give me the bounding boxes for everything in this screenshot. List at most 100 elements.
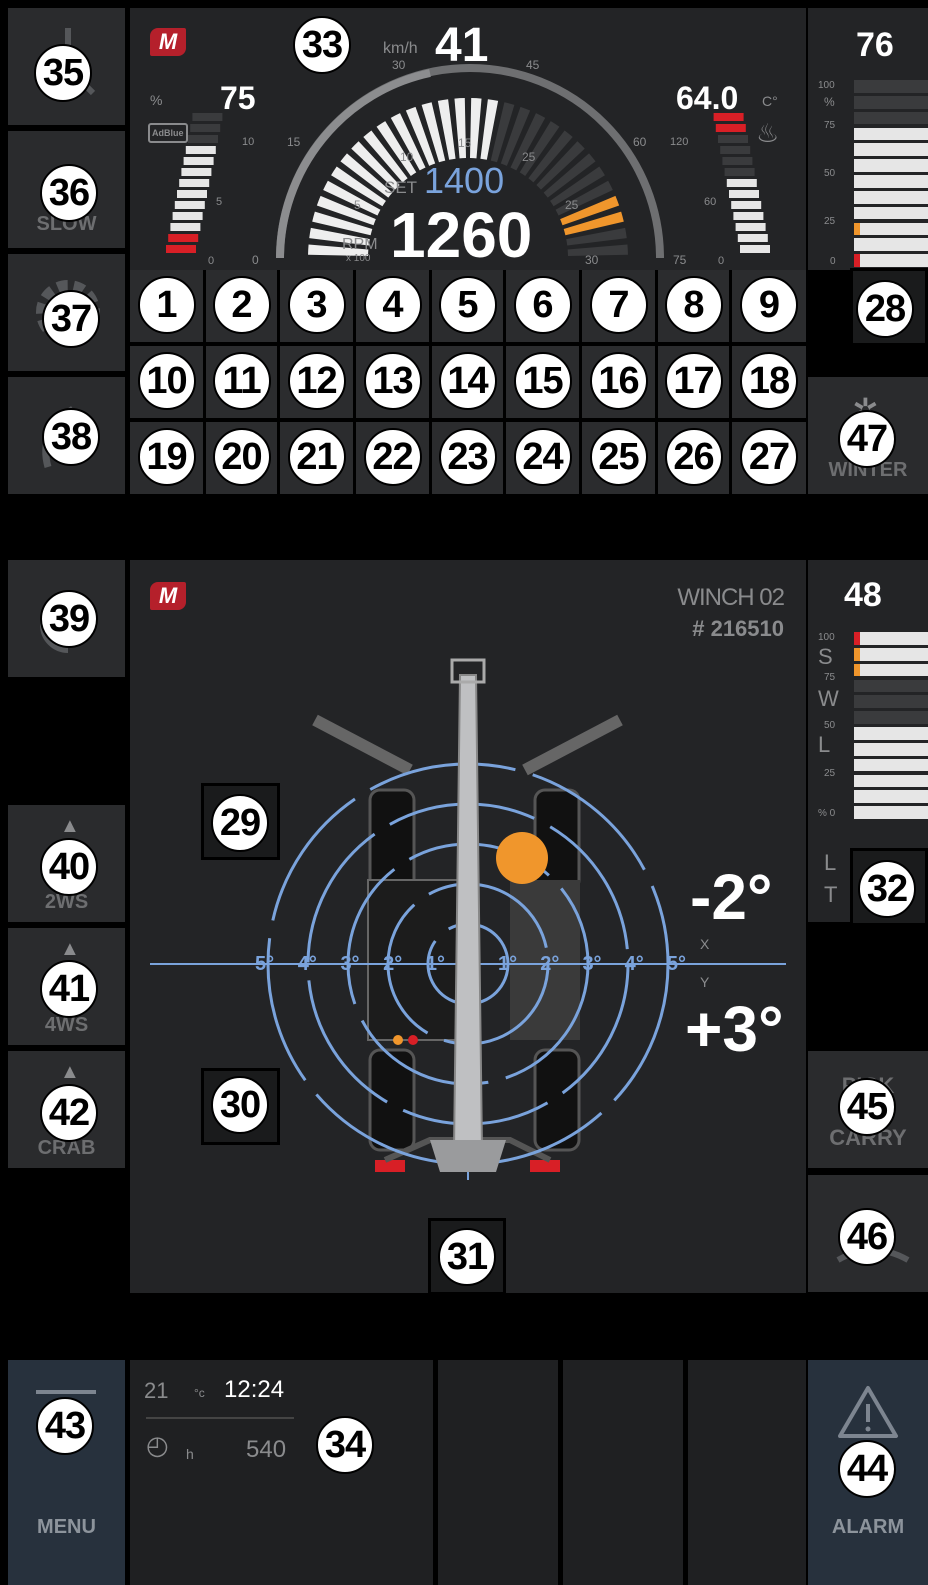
fuel-tick: 25 (824, 216, 836, 227)
badge-25: 25 (589, 428, 648, 486)
function-cell[interactable]: 27 (732, 422, 806, 494)
badge-19: 19 (137, 428, 196, 486)
rpm-value: 1260 (390, 199, 533, 271)
function-cell[interactable]: 1 (130, 270, 203, 342)
badge-10: 10 (137, 352, 196, 410)
bar-segment (854, 711, 928, 724)
load-value: 48 (844, 576, 882, 614)
function-cell[interactable]: 18 (732, 346, 806, 418)
coolant-tick: 60 (704, 196, 717, 208)
badge-16: 16 (589, 352, 648, 410)
bar-segment (854, 238, 928, 252)
scale-label: 3° (582, 953, 602, 975)
badge-40: 40 (40, 838, 98, 896)
menu-button[interactable]: MENU (8, 1360, 125, 1585)
y-angle: +3° (685, 993, 784, 1065)
badge-38: 38 (42, 408, 100, 466)
level-scale-left: 5° 4° 3° 2° 1° (255, 953, 445, 976)
fuel-tick: 100 (818, 80, 835, 91)
adblue-value: 75 (220, 80, 256, 116)
bar-segment (854, 758, 928, 772)
function-cell[interactable]: 14 (432, 346, 503, 418)
function-cell[interactable]: 10 (130, 346, 203, 418)
bar-segment (854, 695, 928, 709)
badge-9: 9 (740, 276, 798, 334)
bar-segment (854, 95, 928, 109)
badge-3: 3 (287, 276, 346, 334)
function-cell[interactable]: 12 (280, 346, 353, 418)
bar-segment (854, 222, 928, 236)
badge-35: 35 (34, 44, 92, 102)
hours-unit: h (186, 1446, 194, 1462)
arrow-up-icon: ▲ (60, 1061, 80, 1083)
arrow-up-icon: ▲ (60, 938, 80, 960)
outside-temp: 21 (144, 1378, 169, 1403)
x-angle: -2° (690, 861, 773, 933)
function-cell[interactable]: 11 (206, 346, 277, 418)
bar-segment (854, 143, 928, 157)
function-cell[interactable]: 6 (506, 270, 579, 342)
empty-slot-2[interactable] (563, 1360, 683, 1585)
function-cell[interactable]: 22 (356, 422, 429, 494)
side-gauge-segment (729, 190, 759, 198)
function-cell[interactable]: 4 (356, 270, 429, 342)
empty-slot-1[interactable] (438, 1360, 558, 1585)
function-cell[interactable]: 26 (658, 422, 729, 494)
dashboard-panel: M km/h 41 30 45 15 60 % 75 AdBlue 10 5 0… (130, 8, 806, 271)
function-cell[interactable]: 16 (582, 346, 655, 418)
function-cell[interactable]: 23 (432, 422, 503, 494)
badge-34: 34 (316, 1416, 374, 1474)
fuel-bars (854, 80, 928, 270)
badge-41: 41 (40, 960, 98, 1018)
badge-14: 14 (438, 352, 497, 410)
badge-36: 36 (40, 164, 98, 222)
speed-value: 41 (435, 19, 489, 72)
side-gauge-segment (177, 190, 207, 198)
side-gauge-segment (185, 146, 216, 154)
side-gauge-segment (715, 124, 746, 132)
side-gauge-segment (733, 212, 764, 220)
badge-20: 20 (212, 428, 271, 486)
bar-segment (854, 206, 928, 220)
function-cell[interactable]: 13 (356, 346, 429, 418)
badge-1: 1 (137, 276, 196, 334)
function-cell[interactable]: 21 (280, 422, 353, 494)
badge-39: 39 (40, 590, 98, 648)
function-cell[interactable]: 3 (280, 270, 353, 342)
fuel-value: 76 (856, 26, 894, 64)
function-cell[interactable]: 2 (206, 270, 277, 342)
function-cell[interactable]: 17 (658, 346, 729, 418)
badge-6: 6 (513, 276, 572, 334)
side-gauge-segment (735, 223, 766, 231)
function-cell[interactable]: 19 (130, 422, 203, 494)
function-cell[interactable]: 15 (506, 346, 579, 418)
side-gauge-segment (724, 168, 755, 176)
rpm-tick: 5 (354, 198, 361, 212)
coolant-tick: 0 (718, 255, 725, 267)
bar-segment (854, 727, 928, 740)
badge-2: 2 (212, 276, 271, 334)
empty-slot-3[interactable] (688, 1360, 806, 1585)
side-gauge-segment (170, 223, 201, 231)
bar-segment (854, 742, 928, 756)
function-cell[interactable]: 9 (732, 270, 806, 342)
function-cell[interactable]: 25 (582, 422, 655, 494)
function-cell[interactable]: 24 (506, 422, 579, 494)
level-scale-right: 1° 2° 3° 4° 5° (498, 953, 686, 976)
side-gauge-segment (181, 168, 212, 176)
side-gauge-segment (179, 179, 210, 187)
function-grid: 1 2 3 4 5 6 7 8 9 10 11 12 13 14 15 16 17 18 19 20 21 22 23 24 2… (130, 270, 806, 496)
side-gauge-segment (172, 212, 203, 220)
function-cell[interactable]: 20 (206, 422, 277, 494)
function-cell[interactable]: 5 (432, 270, 503, 342)
side-gauge-segment (737, 234, 768, 242)
badge-8: 8 (664, 276, 723, 334)
badge-28: 28 (856, 280, 914, 338)
function-cell[interactable]: 7 (582, 270, 655, 342)
level-panel: M WINCH 02 # 216510 5° 4° 3° 2° 1° 1° 2°… (130, 560, 806, 1293)
side-gauge-segment (740, 245, 770, 253)
load-letter: L (818, 732, 831, 757)
badge-43: 43 (36, 1397, 94, 1455)
x-label: X (700, 936, 710, 952)
function-cell[interactable]: 8 (658, 270, 729, 342)
